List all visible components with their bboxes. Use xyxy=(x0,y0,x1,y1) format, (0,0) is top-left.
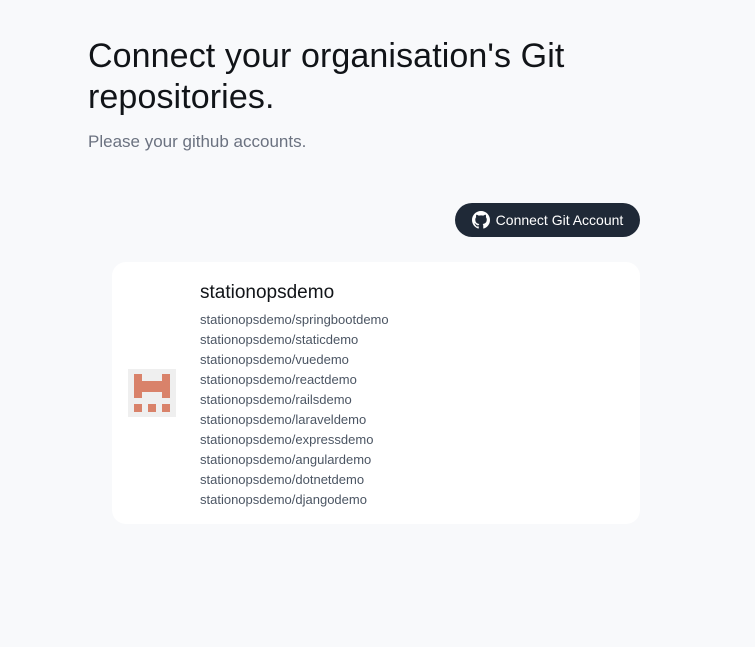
page: Connect your organisation's Git reposito… xyxy=(0,0,755,647)
repository-item[interactable]: stationopsdemo/reactdemo xyxy=(200,370,389,390)
repository-item[interactable]: stationopsdemo/springbootdemo xyxy=(200,310,389,330)
repository-item[interactable]: stationopsdemo/staticdemo xyxy=(200,330,389,350)
repository-item[interactable]: stationopsdemo/expressdemo xyxy=(200,430,389,450)
repository-item[interactable]: stationopsdemo/djangodemo xyxy=(200,490,389,510)
repository-item[interactable]: stationopsdemo/laraveldemo xyxy=(200,410,389,430)
account-card: stationopsdemo stationopsdemo/springboot… xyxy=(112,262,640,524)
repository-item[interactable]: stationopsdemo/vuedemo xyxy=(200,350,389,370)
identicon-avatar xyxy=(128,369,176,417)
connect-git-account-button[interactable]: Connect Git Account xyxy=(455,203,640,237)
repository-item[interactable]: stationopsdemo/railsdemo xyxy=(200,390,389,410)
page-title: Connect your organisation's Git reposito… xyxy=(88,37,565,116)
github-icon xyxy=(471,211,490,229)
page-subtitle: Please your github accounts. xyxy=(88,132,307,151)
repository-item[interactable]: stationopsdemo/dotnetdemo xyxy=(200,470,389,490)
connect-git-account-label: Connect Git Account xyxy=(495,212,624,228)
repository-item[interactable]: stationopsdemo/angulardemo xyxy=(200,450,389,470)
repository-list: stationopsdemo/springbootdemo stationops… xyxy=(200,310,389,510)
account-name: stationopsdemo xyxy=(200,282,335,303)
